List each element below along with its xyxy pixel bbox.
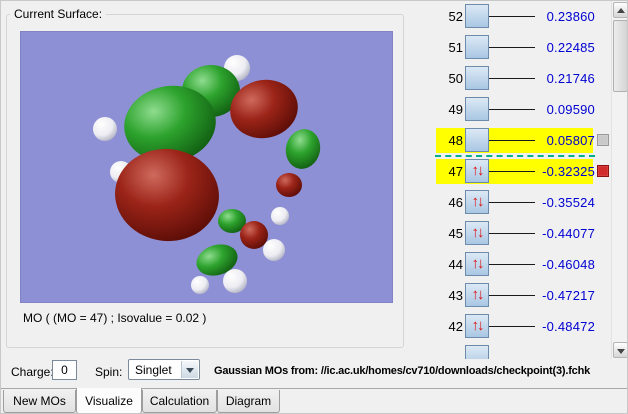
electron-pair-arrows-icon: ↑↓ xyxy=(471,193,485,210)
mo-energy-value: -0.32325 xyxy=(542,164,595,179)
scrollbar-thumb[interactable] xyxy=(613,20,627,92)
mo-row-44[interactable]: 44 ↑↓ -0.46048 xyxy=(409,249,609,280)
spin-dropdown[interactable]: Singlet xyxy=(128,359,200,380)
mo-energy-value: 0.05807 xyxy=(546,133,595,148)
mo-number: 44 xyxy=(448,257,463,272)
mo-box-virtual[interactable] xyxy=(465,4,489,28)
mo-row-47[interactable]: 47 ↑↓ -0.32325 xyxy=(409,156,609,187)
mo-energy-value: -0.48472 xyxy=(542,319,595,334)
mo-energy-value: 0.21746 xyxy=(546,71,595,86)
mo-row-partial[interactable] xyxy=(409,342,609,359)
mo-box-virtual[interactable] xyxy=(465,66,489,90)
mo-number: 48 xyxy=(448,133,463,148)
tab-calculation[interactable]: Calculation xyxy=(142,390,217,413)
electron-pair-arrows-icon: ↑↓ xyxy=(471,224,485,241)
mo-list-scrollbar[interactable] xyxy=(611,1,627,359)
gaussian-source-path: //ic.ac.uk/homes/cv710/downloads/checkpo… xyxy=(320,365,591,377)
mo-row-52[interactable]: 52 0.23860 xyxy=(409,1,609,32)
mo-row-50[interactable]: 50 0.21746 xyxy=(409,63,609,94)
scroll-up-button[interactable] xyxy=(613,2,627,18)
mo-number: 42 xyxy=(448,319,463,334)
mo-number: 49 xyxy=(448,102,463,117)
mo-number: 45 xyxy=(448,226,463,241)
mo-box-occupied[interactable]: ↑↓ xyxy=(465,159,489,183)
mo-row-49[interactable]: 49 0.09590 xyxy=(409,94,609,125)
charge-input[interactable] xyxy=(52,360,77,380)
mo-box-virtual[interactable] xyxy=(465,128,489,152)
mo-visibility-checkbox[interactable] xyxy=(597,134,609,146)
mo-box-occupied[interactable]: ↑↓ xyxy=(465,314,489,338)
mo-visibility-checkbox[interactable] xyxy=(597,165,609,177)
mo-box-occupied[interactable]: ↑↓ xyxy=(465,190,489,214)
mo-number: 47 xyxy=(448,164,463,179)
tab-visualize[interactable]: Visualize xyxy=(76,388,142,413)
scroll-down-icon xyxy=(616,349,625,354)
mo-row-48[interactable]: 48 0.05807 xyxy=(409,125,609,156)
mo-box-virtual[interactable] xyxy=(465,35,489,59)
electron-pair-arrows-icon: ↑↓ xyxy=(471,286,485,303)
mo-row-46[interactable]: 46 ↑↓ -0.35524 xyxy=(409,187,609,218)
mo-box-virtual[interactable] xyxy=(465,97,489,121)
mo-row-43[interactable]: 43 ↑↓ -0.47217 xyxy=(409,280,609,311)
charge-label: Charge: xyxy=(11,365,54,379)
mo-row-42[interactable]: 42 ↑↓ -0.48472 xyxy=(409,311,609,342)
tab-new-mos[interactable]: New MOs xyxy=(3,390,76,413)
mo-number: 52 xyxy=(448,9,463,24)
mo-energy-list: 52 0.23860 51 0.22485 50 0.21746 49 0.09590 48 0.… xyxy=(409,1,609,359)
mo-energy-value: 0.23860 xyxy=(546,9,595,24)
electron-pair-arrows-icon: ↑↓ xyxy=(471,317,485,334)
mo-energy-value: -0.35524 xyxy=(542,195,595,210)
current-surface-groupbox: Current Surface: MO ((MO = 47) ; Isoval… xyxy=(6,7,404,348)
mo-energy-value: 0.09590 xyxy=(546,102,595,117)
electron-pair-arrows-icon: ↑↓ xyxy=(471,255,485,272)
electron-pair-arrows-icon: ↑↓ xyxy=(471,162,485,179)
surface-caption: MO ( (MO = 47) ; Isovalue = 0.02 ) xyxy=(23,311,207,325)
mo-energy-value: -0.46048 xyxy=(542,257,595,272)
molecule-3d-viewport[interactable] xyxy=(20,31,393,303)
mo-box-occupied[interactable]: ↑↓ xyxy=(465,283,489,307)
spin-dropdown-button[interactable] xyxy=(181,361,198,378)
spin-label: Spin: xyxy=(95,365,123,379)
mo-row-45[interactable]: 45 ↑↓ -0.44077 xyxy=(409,218,609,249)
mo-number: 51 xyxy=(448,40,463,55)
tab-diagram[interactable]: Diagram xyxy=(217,390,280,413)
gaussian-source-text: Gaussian MOs from: //ic.ac.uk/homes/cv71… xyxy=(214,365,590,377)
mo-row-51[interactable]: 51 0.22485 xyxy=(409,32,609,63)
mo-box-virtual[interactable] xyxy=(465,345,489,359)
homo-lumo-divider xyxy=(435,155,595,157)
mo-box-occupied[interactable]: ↑↓ xyxy=(465,252,489,276)
scroll-up-icon xyxy=(616,8,625,13)
mo-number: 43 xyxy=(448,288,463,303)
gaussian-source-label: Gaussian MOs from: xyxy=(214,365,318,377)
mo-box-occupied[interactable]: ↑↓ xyxy=(465,221,489,245)
current-surface-label: Current Surface: xyxy=(10,7,107,21)
mo-energy-value: -0.44077 xyxy=(542,226,595,241)
mo-viewer-window: Current Surface: MO ((MO = 47) ; Isoval… xyxy=(0,0,628,414)
chevron-down-icon xyxy=(186,368,194,373)
mo-energy-value: 0.22485 xyxy=(546,40,595,55)
mo-number: 46 xyxy=(448,195,463,210)
mo-number: 50 xyxy=(448,71,463,86)
molecule-orbital-rendering xyxy=(93,55,321,294)
mo-energy-value: -0.47217 xyxy=(542,288,595,303)
scroll-down-button[interactable] xyxy=(613,342,627,358)
